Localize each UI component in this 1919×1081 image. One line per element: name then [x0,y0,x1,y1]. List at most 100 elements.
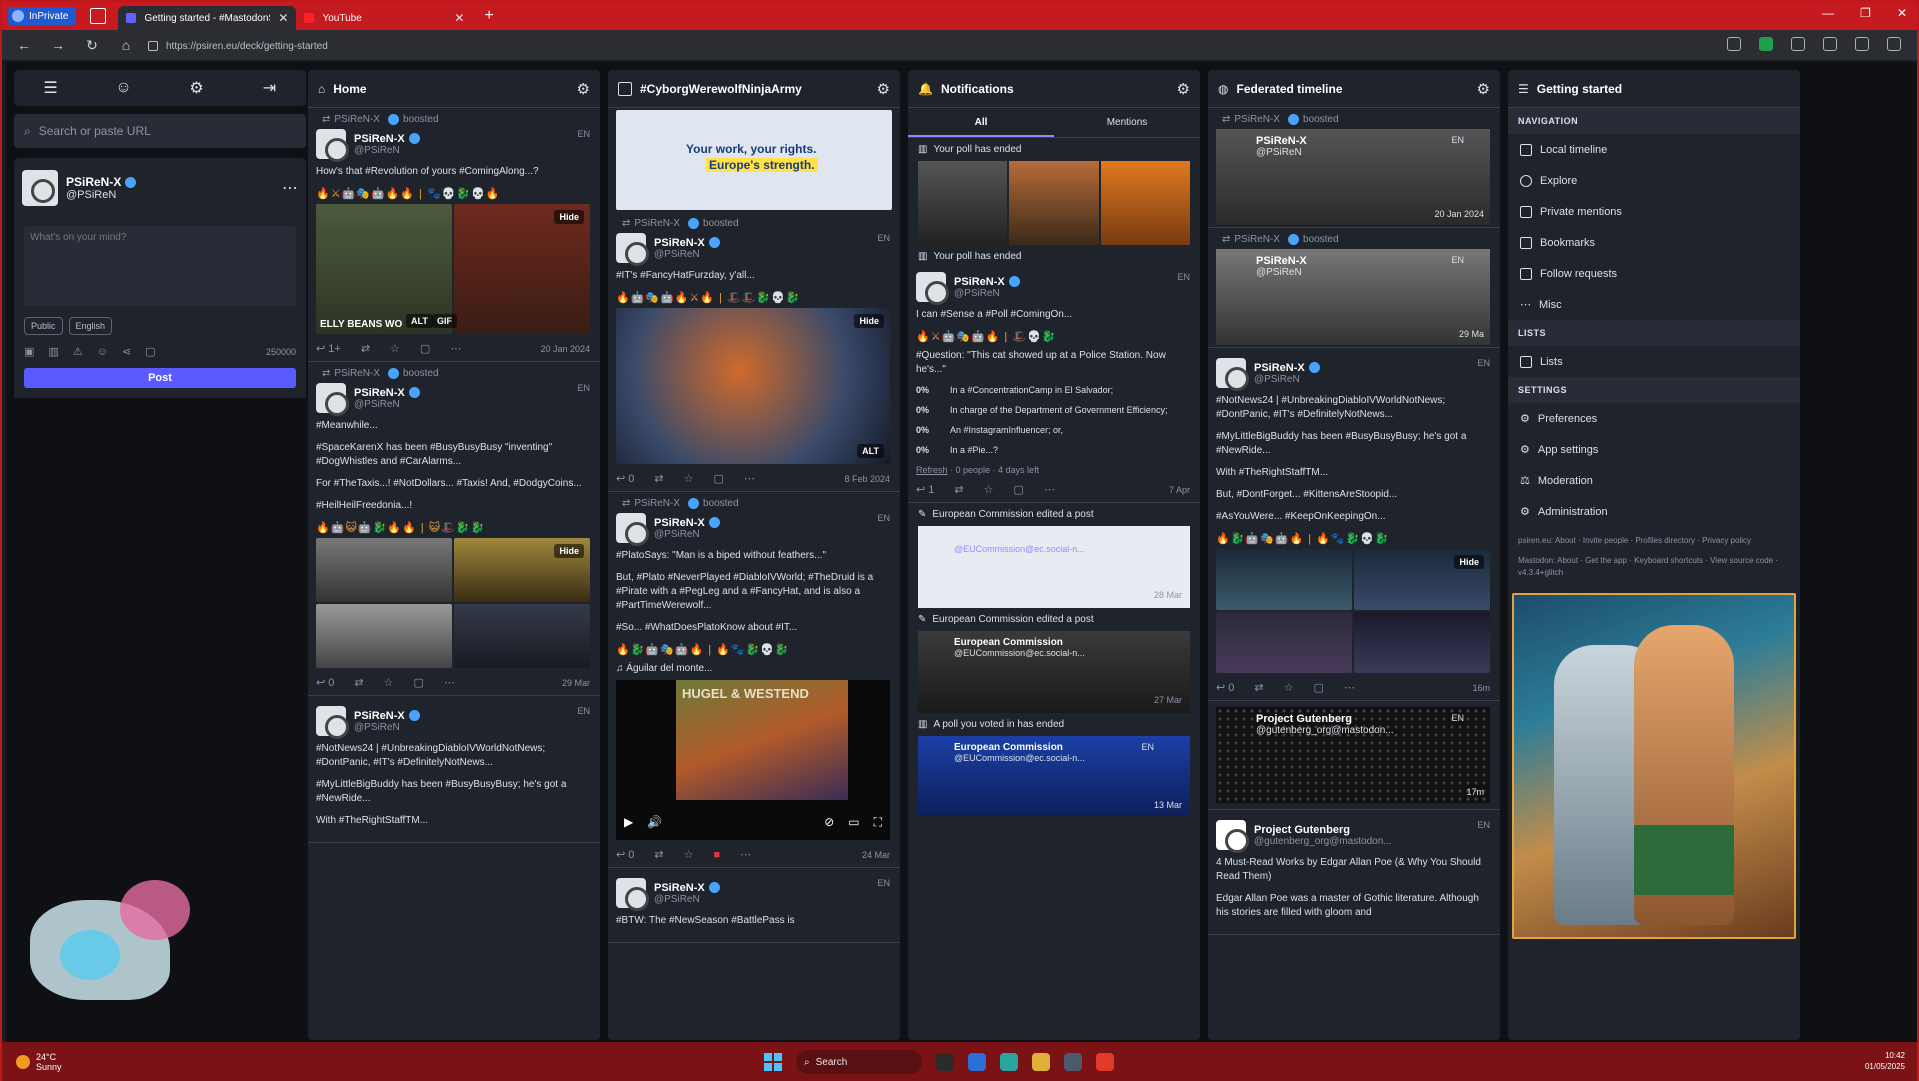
tab-getting-started[interactable]: Getting started - #MastodonSpyF ✕ [118,6,297,30]
display-name[interactable]: PSiReN-X [954,276,1020,288]
tab-mentions[interactable]: Mentions [1054,108,1200,137]
tab-actions-icon[interactable] [90,8,107,24]
status[interactable]: Project Gutenberg @gutenberg_org@mastodon… [1208,810,1500,935]
display-name[interactable]: PSiReN-X [654,517,720,529]
close-tab-icon[interactable]: ✕ [278,11,288,25]
timestamp[interactable]: 28 Mar [1154,590,1182,600]
instance-footer[interactable]: psiren.eu: About · Invite people · Profi… [1508,527,1800,555]
boost-button[interactable]: ⇄ [654,472,663,485]
forward-icon[interactable]: → [46,37,70,53]
eu-banner-card[interactable]: Your work, your rights. Europe's strengt… [616,110,892,210]
media-gallery[interactable]: Hide [1216,549,1490,673]
more-button[interactable]: ⋯ [450,342,461,355]
column-settings-icon[interactable]: ⚙ [1477,80,1490,98]
favourite-button[interactable]: ☆ [1284,681,1294,694]
column-header[interactable]: 🔔 Notifications ⚙ [908,70,1200,108]
column-header[interactable]: #CyborgWerewolfNinjaArmy ⚙ [608,70,900,108]
nav-app-settings[interactable]: ⚙ App settings [1508,434,1800,465]
nav-explore[interactable]: Explore [1508,165,1800,196]
avatar[interactable] [1216,358,1249,391]
hide-media-button[interactable]: Hide [1454,555,1484,569]
bookmark-button[interactable]: ▢ [714,472,724,485]
poll-post-preview[interactable]: European Commission @EUCommission@ec.soc… [918,736,1190,816]
display-name[interactable]: PSiReN-X [1254,362,1320,374]
status[interactable]: PSiReN-X @PSiReN EN I can #Sense a #Poll #… [908,272,1200,503]
display-name[interactable]: PSiReN-X [354,133,420,145]
timestamp[interactable]: 20 Jan 2024 [1434,209,1484,219]
more-button[interactable]: ⋯ [1044,483,1055,496]
more-button[interactable]: ⋯ [444,676,455,689]
boost-button[interactable]: ⇄ [654,848,663,861]
nav-misc[interactable]: ⋯ Misc [1508,289,1800,320]
hamburger-menu-icon[interactable]: ☰ [31,78,71,98]
media-item[interactable] [616,308,890,464]
avatar[interactable] [616,878,649,911]
timestamp[interactable]: 7 Apr [1169,485,1190,495]
attach-media-icon[interactable]: ▣ [24,345,34,358]
timestamp[interactable]: 20 Jan 2024 [540,344,590,354]
mastodon-footer[interactable]: Mastodon: About · Get the app · Keyboard… [1508,555,1800,587]
outlook-icon[interactable] [968,1053,986,1071]
bookmark-button[interactable]: ▢ [414,676,424,689]
share-icon[interactable]: ⋖ [122,345,131,358]
status[interactable]: PSiReN-X @PSiReN EN #BTW: The #NewSeason #… [608,868,900,943]
avatar[interactable] [1216,820,1249,853]
reply-button[interactable]: ↩ 1 [916,483,934,496]
display-name[interactable]: PSiReN-X [654,882,720,894]
boost-button[interactable]: ⇄ [361,342,370,355]
task-view-icon[interactable] [936,1053,954,1071]
menu-icon[interactable] [1887,37,1901,51]
status[interactable]: ⇄ PSiReN-X boosted PSiReN-X @PSiReN EN How's… [308,108,600,362]
timestamp[interactable]: 29 Ma [1459,329,1484,339]
status[interactable]: Project Gutenberg @gutenberg_org@mastodo… [1208,701,1500,810]
nav-follow-requests[interactable]: Follow requests [1508,258,1800,289]
bookmark-button[interactable]: ▢ [1314,681,1324,694]
favorites-icon[interactable] [1855,37,1869,51]
timestamp[interactable]: 13 Mar [1154,800,1182,810]
home-icon[interactable]: ⌂ [114,37,138,53]
avatar[interactable] [316,706,349,739]
status[interactable]: ⇄ PSiReN-X boosted PSiReN-X @PSiReN EN #IT's… [608,212,900,492]
media-item[interactable] [1216,549,1352,610]
reply-button[interactable]: ↩ 0 [316,676,334,689]
play-icon[interactable]: ▶ [624,815,633,830]
post-button[interactable]: Post [24,368,296,388]
status[interactable]: ⇄ PSiReN-X boosted PSiReN-X @PSiReN EN 29 … [1208,228,1500,348]
video-player[interactable]: HUGEL & WESTEND ▶ 🔊 ⊘ ▭ ⛶ [616,680,890,840]
reply-button[interactable]: ↩ 0 [616,848,634,861]
nav-local-timeline[interactable]: Local timeline [1508,134,1800,165]
emoji-icon[interactable]: ☺ [97,346,108,358]
more-options-icon[interactable]: ⋯ [282,178,298,198]
windows-start-icon[interactable] [764,1053,782,1071]
status[interactable]: PSiReN-X @PSiReN EN #NotNews24 | #Unbreaki… [308,696,600,843]
column-settings-icon[interactable]: ⚙ [577,80,590,98]
status[interactable]: ⇄ PSiReN-X boosted PSiReN-X @PSiReN EN 20 … [1208,108,1500,228]
hide-media-button[interactable]: Hide [554,544,584,558]
booster-name[interactable]: PSiReN-X [334,368,380,379]
booster-name[interactable]: PSiReN-X [634,498,680,509]
column-header[interactable]: ⌂ Home ⚙ [308,70,600,108]
display-name[interactable]: Project Gutenberg [1254,824,1392,836]
poll-icon[interactable]: ▥ [48,345,58,358]
app-icon[interactable] [1096,1053,1114,1071]
timestamp[interactable]: 17m [1466,787,1484,797]
reply-button[interactable]: ↩ 1+ [316,342,341,355]
status[interactable]: PSiReN-X @PSiReN EN #NotNews24 | #Unbreaki… [1208,348,1500,701]
tab-youtube[interactable]: YouTube ✕ [296,6,472,30]
media-item[interactable] [1354,612,1490,673]
hide-media-button[interactable]: Hide [854,314,884,328]
close-window-icon[interactable]: ✕ [1897,6,1907,20]
extension-icon[interactable] [1791,37,1805,51]
favorite-star-icon[interactable] [1727,37,1741,51]
favourite-button[interactable]: ☆ [984,483,994,496]
refresh-icon[interactable]: ↻ [80,37,104,54]
media-item[interactable] [1216,612,1352,673]
captions-icon[interactable]: ⊘ [824,815,834,830]
tab-all[interactable]: All [908,108,1054,137]
avatar[interactable] [316,129,349,162]
media-gallery[interactable]: Hide ELLY BEANS WO ALT GIF [316,204,590,334]
bookmark-button[interactable]: ▢ [1014,483,1024,496]
favourite-button[interactable]: ☆ [684,472,694,485]
booster-name[interactable]: PSiReN-X [1234,234,1280,245]
volume-icon[interactable]: 🔊 [647,815,662,830]
